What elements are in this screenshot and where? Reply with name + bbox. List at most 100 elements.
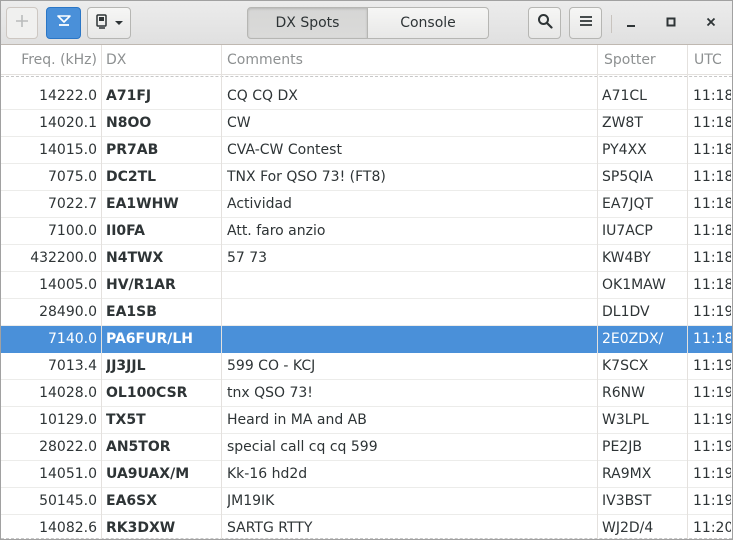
add-spot-button[interactable]	[6, 7, 38, 39]
chevron-down-icon	[114, 15, 124, 31]
cell-utc: 11:19	[693, 358, 731, 374]
spots-table[interactable]: 14222.0 A71FJ CQ CQ DX A71CL 11:18 14020.1 N8O…	[1, 75, 732, 539]
cell-frequency: 7013.4	[48, 358, 97, 374]
device-menu-button[interactable]	[87, 7, 131, 39]
table-row[interactable]: 432200.0 N4TWX 57 73 KW4BY 11:18	[1, 245, 732, 272]
table-row[interactable]: 7100.0 II0FA Att. faro anzio IU7ACP 11:18	[1, 218, 732, 245]
cell-frequency: 28490.0	[39, 304, 97, 320]
cell-utc: 11:18	[693, 331, 731, 347]
table-row[interactable]: 14222.0 A71FJ CQ CQ DX A71CL 11:18	[1, 83, 732, 110]
cell-comments: TNX For QSO 73! (FT8)	[227, 169, 386, 185]
cell-dx-callsign: AN5TOR	[106, 439, 171, 455]
cell-frequency: 7075.0	[48, 169, 97, 185]
minimize-icon	[626, 15, 636, 31]
table-row[interactable]: 7022.7 EA1WHW Actividad EA7JQT 11:18	[1, 191, 732, 218]
cell-dx-callsign: II0FA	[106, 223, 145, 239]
table-row[interactable]: 50145.0 EA6SX JM19IK IV3BST 11:19	[1, 488, 732, 515]
cell-comments: 599 CO - KCJ	[227, 358, 316, 374]
cell-comments: special call cq cq 599	[227, 439, 378, 455]
column-header-dx[interactable]: DX	[106, 45, 126, 75]
cell-frequency: 14015.0	[39, 142, 97, 158]
cell-utc: 11:20	[693, 520, 731, 536]
cell-spotter: IV3BST	[602, 493, 652, 509]
cell-spotter: ZW8T	[602, 115, 643, 131]
table-row[interactable]: 14005.0 HV/R1AR OK1MAW 11:18	[1, 272, 732, 299]
cell-utc: 11:18	[693, 250, 731, 266]
cell-comments: Actividad	[227, 196, 292, 212]
cell-frequency: 14028.0	[39, 385, 97, 401]
maximize-button[interactable]	[655, 7, 687, 39]
table-row[interactable]: 14028.0 OL100CSR tnx QSO 73! R6NW 11:19	[1, 380, 732, 407]
hamburger-menu-icon	[579, 15, 593, 31]
table-row[interactable]: 14015.0 PR7AB CVA-CW Contest PY4XX 11:18	[1, 137, 732, 164]
search-button[interactable]	[528, 7, 561, 39]
cell-comments: Att. faro anzio	[227, 223, 326, 239]
cell-spotter: SP5QIA	[602, 169, 653, 185]
device-icon	[95, 13, 109, 33]
table-header: Freq. (kHz) DX Comments Spotter UTC	[1, 45, 732, 75]
tab-console[interactable]: Console	[368, 7, 489, 39]
cell-frequency: 14051.0	[39, 466, 97, 482]
tab-dx-spots[interactable]: DX Spots	[247, 7, 368, 39]
cell-comments: 57 73	[227, 250, 268, 266]
table-row[interactable]: 10129.0 TX5T Heard in MA and AB W3LPL 11:19	[1, 407, 732, 434]
minimize-button[interactable]	[615, 7, 647, 39]
table-row[interactable]: 14082.6 RK3DXW SARTG RTTY WJ2D/4 11:20	[1, 515, 732, 539]
column-header-utc[interactable]: UTC	[694, 45, 722, 75]
cell-utc: 11:19	[693, 304, 731, 320]
cell-comments	[227, 272, 593, 298]
cell-frequency: 7022.7	[48, 196, 97, 212]
cell-spotter: W3LPL	[602, 412, 649, 428]
scroll-edge-top	[1, 76, 732, 77]
cell-utc: 11:19	[693, 439, 731, 455]
cell-dx-callsign: JJ3JJL	[106, 358, 146, 374]
cell-utc: 11:19	[693, 466, 731, 482]
cell-dx-callsign: DC2TL	[106, 169, 157, 185]
column-header-spotter[interactable]: Spotter	[604, 45, 656, 75]
cell-dx-callsign: PA6FUR/LH	[106, 331, 194, 347]
cell-dx-callsign: UA9UAX/M	[106, 466, 190, 482]
header-separator	[611, 15, 612, 33]
cell-utc: 11:18	[693, 277, 731, 293]
table-row[interactable]: 7075.0 DC2TL TNX For QSO 73! (FT8) SP5QIA 11…	[1, 164, 732, 191]
cell-utc: 11:18	[693, 196, 731, 212]
cell-spotter: OK1MAW	[602, 277, 666, 293]
cell-frequency: 7140.0	[48, 331, 97, 347]
filter-button[interactable]	[46, 7, 81, 39]
cell-frequency: 14082.6	[39, 520, 97, 536]
cell-spotter: PY4XX	[602, 142, 647, 158]
cell-comments: CVA-CW Contest	[227, 142, 342, 158]
table-row[interactable]: 7140.0 PA6FUR/LH 2E0ZDX/11:18	[1, 326, 732, 353]
cell-comments: SARTG RTTY	[227, 520, 313, 536]
cell-dx-callsign: RK3DXW	[106, 520, 176, 536]
main-menu-button[interactable]	[569, 7, 602, 39]
filter-icon	[56, 13, 72, 33]
column-header-comments[interactable]: Comments	[227, 45, 303, 75]
cell-comments: tnx QSO 73!	[227, 385, 313, 401]
cell-dx-callsign: EA6SX	[106, 493, 158, 509]
table-row[interactable]: 14020.1 N8OO CW ZW8T 11:18	[1, 110, 732, 137]
cell-spotter: 2E0ZDX/	[602, 331, 664, 347]
cell-spotter: KW4BY	[602, 250, 651, 266]
cell-frequency: 14005.0	[39, 277, 97, 293]
header-bar: DX Spots Console	[1, 1, 732, 45]
column-header-freq[interactable]: Freq. (kHz)	[1, 45, 97, 75]
cell-spotter: R6NW	[602, 385, 645, 401]
cell-utc: 11:18	[693, 88, 731, 104]
table-row[interactable]: 7013.4 JJ3JJL 599 CO - KCJ K7SCX 11:19	[1, 353, 732, 380]
cell-spotter: A71CL	[602, 88, 647, 104]
cell-utc: 11:18	[693, 115, 731, 131]
cell-dx-callsign: N8OO	[106, 115, 152, 131]
table-row[interactable]: 14051.0 UA9UAX/M Kk-16 hd2d RA9MX 11:19	[1, 461, 732, 488]
column-divider	[101, 45, 102, 539]
cell-utc: 11:19	[693, 412, 731, 428]
cell-comments: JM19IK	[227, 493, 275, 509]
close-button[interactable]	[695, 7, 727, 39]
cell-utc: 11:18	[693, 142, 731, 158]
cell-utc: 11:19	[693, 385, 731, 401]
table-row[interactable]: 28022.0 AN5TOR special call cq cq 599 PE2JB…	[1, 434, 732, 461]
table-row[interactable]: 28490.0 EA1SB DL1DV 11:19	[1, 299, 732, 326]
scroll-edge-bottom	[1, 538, 732, 539]
cell-dx-callsign: OL100CSR	[106, 385, 188, 401]
tab-console-label: Console	[400, 15, 456, 31]
